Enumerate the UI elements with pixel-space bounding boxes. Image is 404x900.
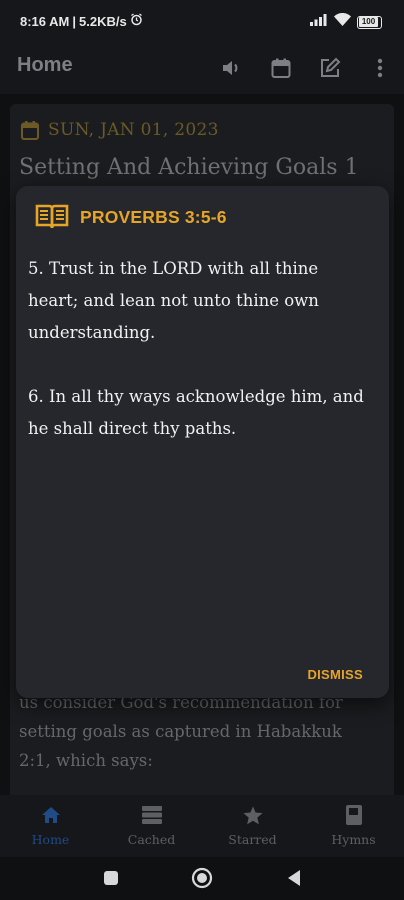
speaker-icon xyxy=(223,61,238,75)
calendar-icon xyxy=(21,120,39,140)
home-icon xyxy=(40,804,62,826)
alarm-icon xyxy=(130,13,143,29)
devotional-date: SUN, JAN 01, 2023 xyxy=(48,120,219,140)
verse-text: 6. In all thy ways acknowledge him, and … xyxy=(28,387,364,438)
home-system-button[interactable] xyxy=(191,867,213,889)
more-vert-icon xyxy=(377,58,383,78)
signal-icon xyxy=(310,13,328,31)
nav-item-home[interactable]: Home xyxy=(0,795,101,857)
back-triangle-icon xyxy=(288,870,300,886)
battery-icon: 100 xyxy=(357,15,382,29)
date-row: SUN, JAN 01, 2023 xyxy=(21,120,219,140)
audio-button[interactable] xyxy=(217,53,247,83)
body-line: setting goals as captured in Habakkuk xyxy=(19,722,342,741)
wifi-icon xyxy=(334,12,351,31)
nav-label: Hymns xyxy=(331,832,376,847)
nav-item-hymns[interactable]: Hymns xyxy=(303,795,404,857)
recents-icon xyxy=(104,871,118,885)
status-network-speed: 5.2KB/s xyxy=(79,13,127,29)
nav-label: Home xyxy=(31,832,70,847)
more-options-button[interactable] xyxy=(365,53,395,83)
bottom-navigation: Home Cached Starred Hymns xyxy=(0,795,404,857)
nav-label: Starred xyxy=(228,832,277,847)
open-book-icon xyxy=(35,204,69,229)
status-left: 8:16 AM | 5.2KB/s xyxy=(20,13,143,29)
nav-item-cached[interactable]: Cached xyxy=(101,795,202,857)
recents-button[interactable] xyxy=(100,867,122,889)
scripture-reference: PROVERBS 3:5-6 xyxy=(80,206,227,227)
hymn-book-icon xyxy=(343,804,365,826)
calendar-button[interactable] xyxy=(266,53,296,83)
page-title: Home xyxy=(17,54,73,76)
devotional-title: Setting And Achieving Goals 1 xyxy=(19,155,359,180)
devotional-body: us consider God's recommendation for set… xyxy=(19,688,389,775)
status-bar: 8:16 AM | 5.2KB/s 100 xyxy=(0,0,404,44)
calendar-icon xyxy=(271,58,291,78)
back-button[interactable] xyxy=(283,867,305,889)
home-circle-icon xyxy=(191,867,213,889)
body-line: 2:1, which says: xyxy=(19,751,153,770)
verse-text: 5. Trust in the LORD with all thine hear… xyxy=(28,259,319,342)
verse-list: 5. Trust in the LORD with all thine hear… xyxy=(28,253,373,477)
scripture-dialog: PROVERBS 3:5-6 5. Trust in the LORD with… xyxy=(16,186,389,698)
edit-icon xyxy=(321,57,341,77)
nav-label: Cached xyxy=(127,832,176,847)
battery-level: 100 xyxy=(359,16,378,27)
edit-note-button[interactable] xyxy=(315,53,345,83)
dialog-header: PROVERBS 3:5-6 xyxy=(35,204,227,230)
dismiss-button[interactable]: DISMISS xyxy=(307,667,363,682)
nav-item-starred[interactable]: Starred xyxy=(202,795,303,857)
star-icon xyxy=(242,804,264,826)
status-time: 8:16 AM xyxy=(20,13,70,29)
app-bar: Home xyxy=(0,44,404,94)
status-right: 100 xyxy=(310,12,382,31)
system-navigation-bar xyxy=(0,857,404,900)
cached-icon xyxy=(141,804,163,826)
